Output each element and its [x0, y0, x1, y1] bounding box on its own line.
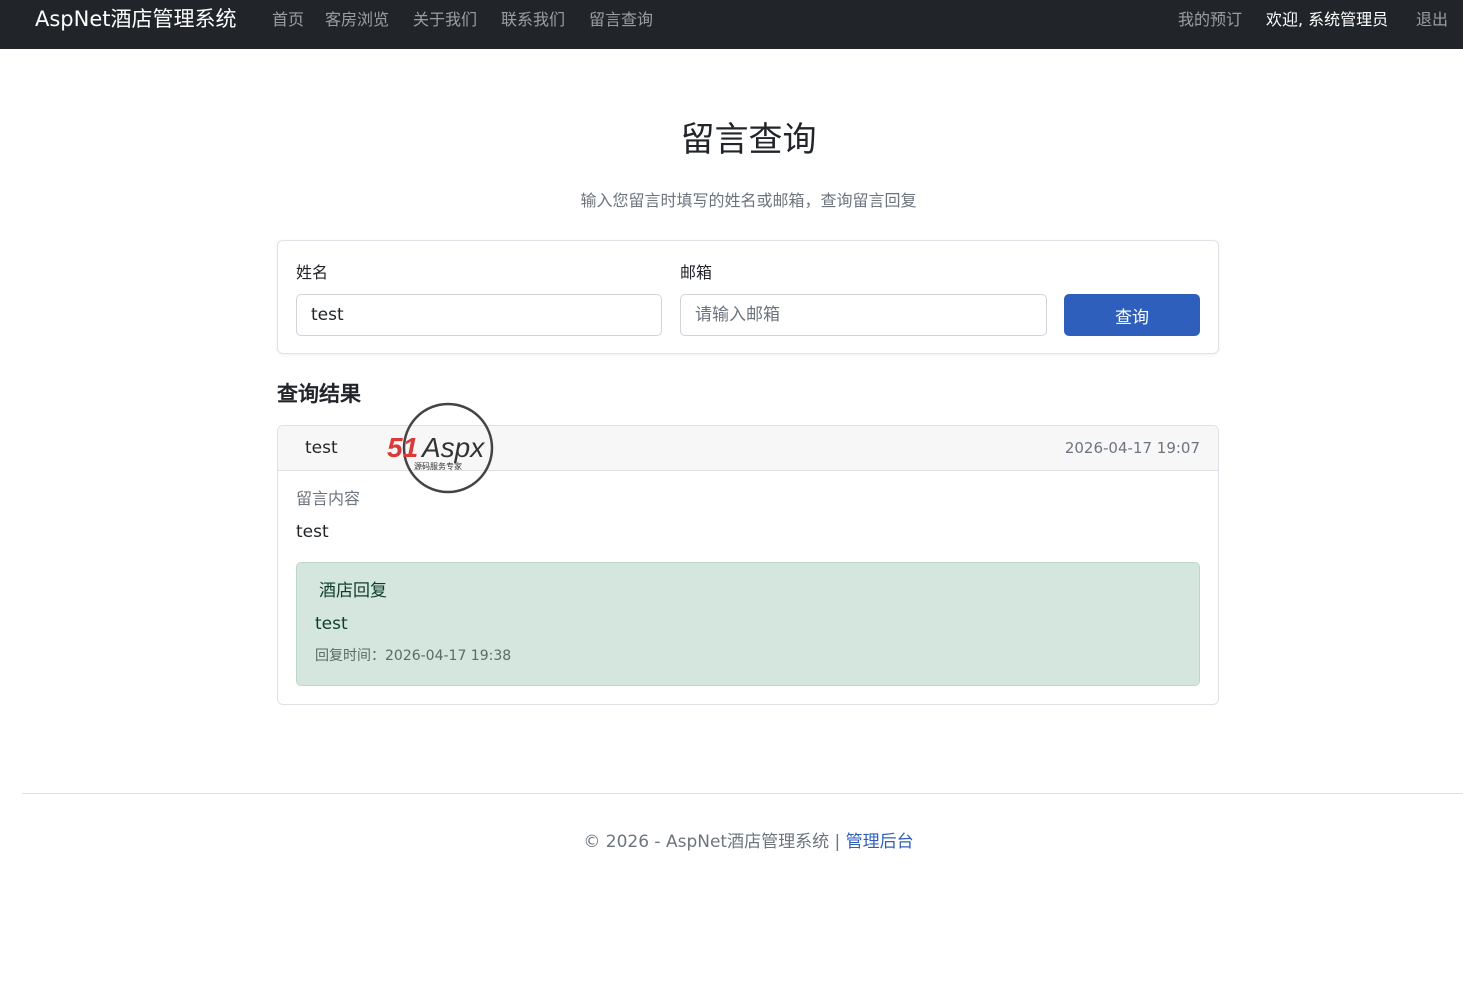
watermark-tagline: 源码服务专家 [414, 461, 462, 471]
nav-contact[interactable]: 联系我们 [501, 9, 565, 31]
search-form: 姓名 邮箱 查询 [277, 240, 1219, 354]
nav-logout[interactable]: 退出 [1416, 9, 1448, 31]
result-name: test [305, 438, 338, 458]
reply-title: 酒店回复 [319, 581, 387, 601]
nav-message-query[interactable]: 留言查询 [589, 9, 653, 31]
query-button[interactable]: 查询 [1064, 294, 1200, 336]
nav-my-booking[interactable]: 我的预订 [1178, 9, 1242, 31]
welcome-text: 欢迎, 系统管理员 [1266, 10, 1389, 29]
email-input[interactable] [680, 294, 1047, 336]
watermark-brand-dark: Aspx [420, 432, 485, 463]
nav-home[interactable]: 首页 [272, 9, 304, 31]
footer-copyright: © 2026 - AspNet酒店管理系统 | [583, 832, 846, 852]
nav-about[interactable]: 关于我们 [413, 9, 477, 31]
page-title: 留言查询 [680, 120, 817, 160]
admin-link[interactable]: 管理后台 [846, 832, 914, 852]
name-label: 姓名 [296, 263, 329, 282]
name-input[interactable] [296, 294, 662, 336]
result-date: 2026-04-17 19:07 [1064, 439, 1200, 457]
watermark-logo: 51 Aspx 源码服务专家 [387, 402, 494, 494]
results-title: 查询结果 [277, 382, 361, 406]
reply-text: test [315, 614, 348, 634]
brand-link[interactable]: AspNet酒店管理系统 [35, 5, 237, 33]
reply-time: 回复时间：2026-04-17 19:38 [315, 648, 512, 664]
top-navbar: AspNet酒店管理系统 首页 客房浏览 关于我们 联系我们 留言查询 我的预订… [0, 0, 1463, 49]
nav-rooms[interactable]: 客房浏览 [325, 9, 389, 31]
message-content-text: test [296, 522, 329, 542]
page-subtitle: 输入您留言时填写的姓名或邮箱，查询留言回复 [580, 191, 917, 210]
message-content-label: 留言内容 [296, 489, 361, 508]
hotel-reply-box: 酒店回复 test 回复时间：2026-04-17 19:38 [296, 562, 1200, 686]
footer-divider [22, 793, 1463, 794]
watermark-brand-red: 51 [387, 432, 418, 463]
footer: © 2026 - AspNet酒店管理系统 | 管理后台 [0, 830, 1463, 854]
email-label: 邮箱 [680, 263, 713, 282]
